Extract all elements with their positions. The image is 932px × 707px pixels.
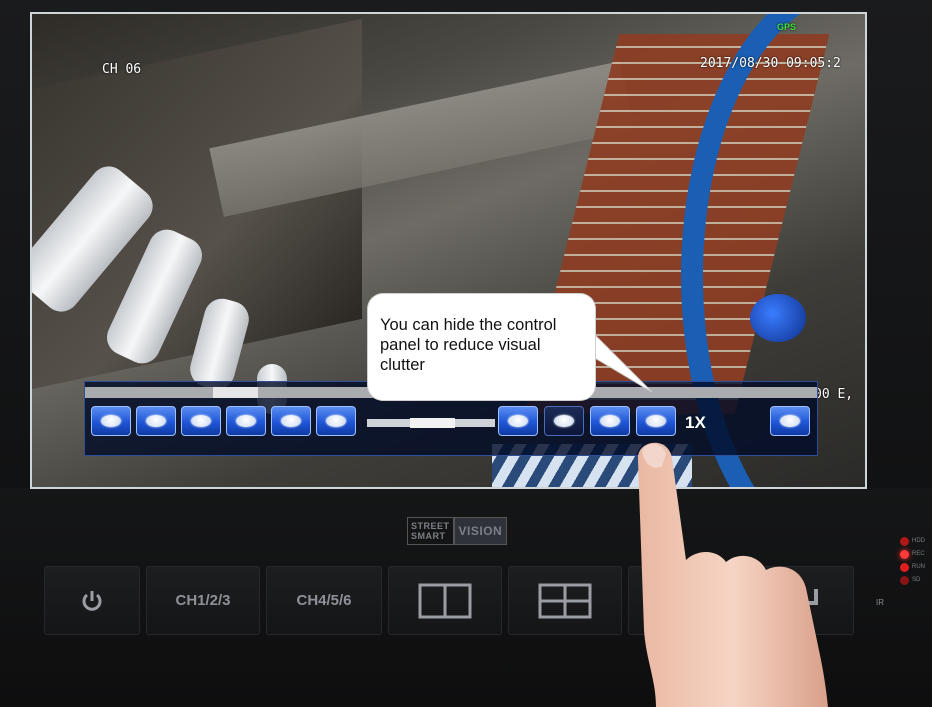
datetime-stamp: 2017/08/30 09:05:2	[700, 56, 841, 71]
speed-readout: 00 E,	[814, 387, 854, 402]
channel-label: CH 06	[102, 62, 142, 77]
playback-button-icon	[101, 415, 121, 427]
ch123-label: CH1/2/3	[175, 592, 231, 609]
hdd-label: HDD	[912, 538, 925, 544]
playback-button-icon	[236, 415, 256, 427]
hdd-led	[900, 537, 909, 546]
ch456-label: CH4/5/6	[296, 592, 352, 609]
brand-logo-left: STREET SMART	[407, 517, 454, 545]
playback-button-1[interactable]	[91, 406, 131, 436]
callout-bubble: You can hide the control panel to reduce…	[368, 294, 595, 400]
playback-button-3[interactable]	[181, 406, 221, 436]
playback-button-icon	[326, 415, 346, 427]
feed-blue-light	[750, 294, 806, 342]
playback-button-8[interactable]	[544, 406, 584, 436]
ch123-button[interactable]: CH1/2/3	[146, 566, 260, 635]
power-icon	[82, 590, 102, 611]
status-leds	[900, 537, 909, 589]
playback-button-icon	[146, 415, 166, 427]
playback-button-4[interactable]	[226, 406, 266, 436]
volume-slider-handle[interactable]	[410, 418, 455, 428]
split-2-button[interactable]	[388, 566, 502, 635]
callout-tail	[590, 330, 653, 393]
playback-button-5[interactable]	[271, 406, 311, 436]
callout-text: You can hide the control panel to reduce…	[380, 316, 557, 374]
rec-led	[900, 550, 909, 559]
playback-button-icon	[191, 415, 211, 427]
progress-handle[interactable]	[213, 387, 258, 398]
split-4-button[interactable]	[508, 566, 622, 635]
playback-button-6[interactable]	[316, 406, 356, 436]
playback-button-2[interactable]	[136, 406, 176, 436]
split-2-icon	[418, 583, 472, 618]
sd-led	[900, 576, 909, 585]
ir-sensor-label: IR	[876, 598, 884, 607]
playback-button-icon	[508, 415, 528, 427]
playback-button-icon	[600, 415, 620, 427]
playback-button-icon	[554, 415, 574, 427]
brand-logo: STREET SMART VISION	[407, 516, 508, 546]
playback-button-7[interactable]	[498, 406, 538, 436]
sd-label: SD	[912, 577, 921, 583]
playback-button-icon	[281, 415, 301, 427]
run-led	[900, 563, 909, 572]
ch456-button[interactable]: CH4/5/6	[266, 566, 382, 635]
brand-line-1: STREET	[411, 521, 450, 531]
pointing-hand-icon	[637, 442, 828, 707]
power-button[interactable]	[44, 566, 140, 635]
gps-indicator: GPS	[777, 22, 797, 32]
playback-button-icon	[646, 415, 666, 427]
run-label: RUN	[912, 564, 925, 570]
brand-line-3: VISION	[453, 517, 508, 545]
brand-line-2: SMART	[411, 531, 446, 541]
hide-panel-icon	[780, 415, 800, 427]
rec-label: REC	[912, 551, 925, 557]
split-4-icon	[538, 583, 592, 618]
